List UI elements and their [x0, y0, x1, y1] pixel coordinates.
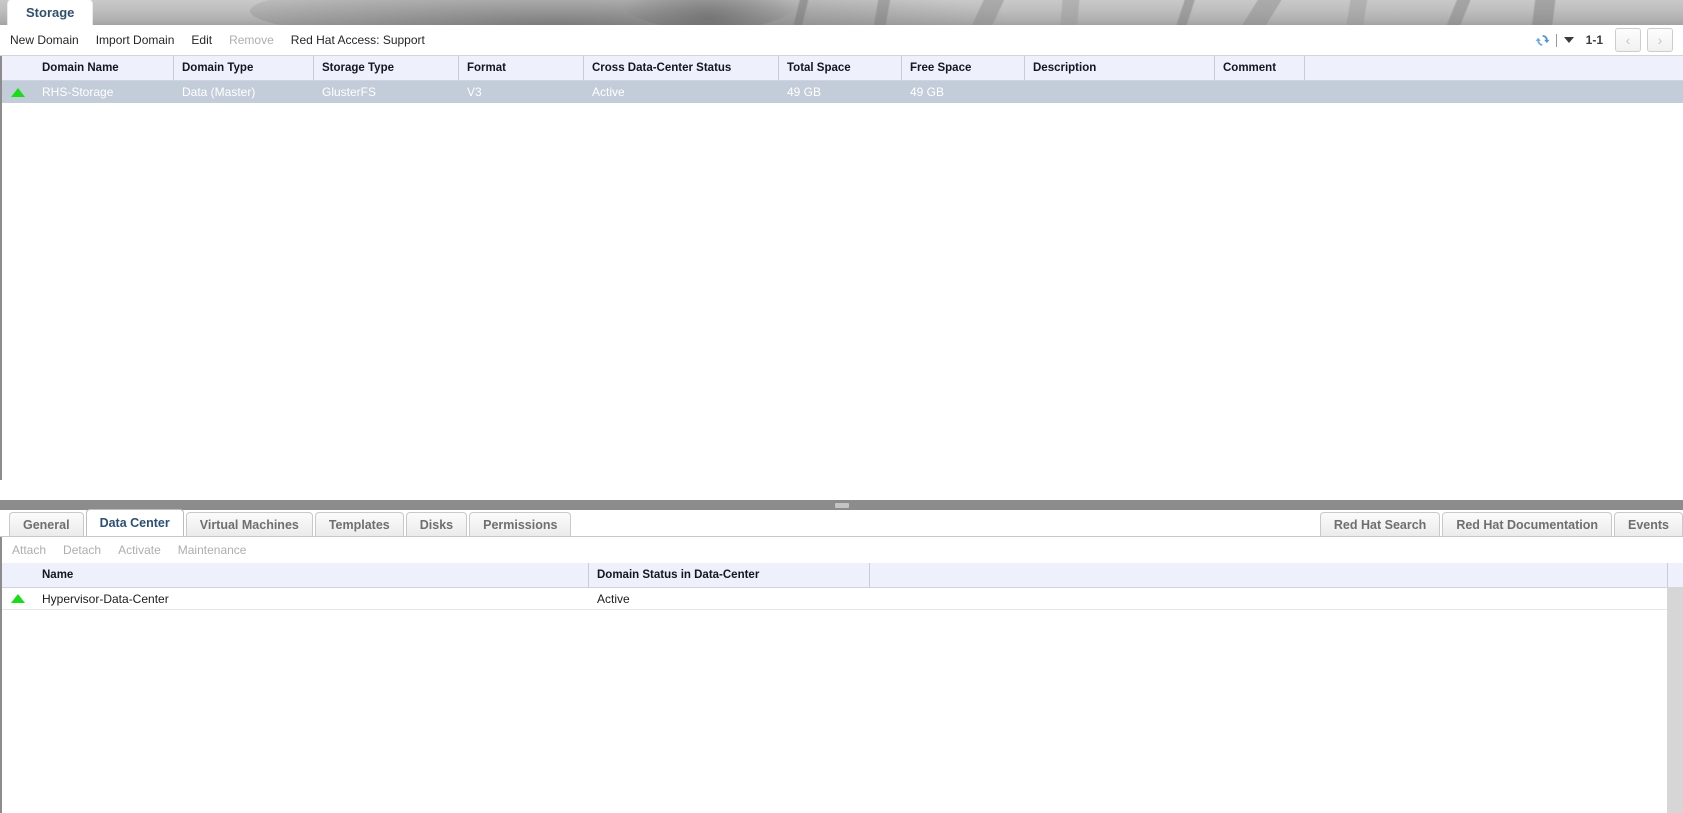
remove-button: Remove — [229, 33, 274, 47]
toolbar-actions: New Domain Import Domain Edit Remove Red Hat… — [0, 33, 425, 47]
red-hat-access-support-button[interactable]: Red Hat Access: Support — [291, 33, 425, 47]
app-header-banner — [0, 0, 1683, 44]
cell-filler — [870, 588, 1669, 610]
tab-label: Red Hat Search — [1333, 517, 1427, 532]
column-header-total_space[interactable]: Total Space — [779, 56, 902, 80]
status-up-triangle-icon — [2, 588, 34, 610]
column-header-name[interactable]: Name — [34, 563, 589, 587]
cell-cross_dc_status: Active — [592, 85, 625, 99]
cell-storage_type: GlusterFS — [322, 85, 377, 99]
storage-grid-body: RHS-Storage Data (Master) GlusterFS V3 Activ… — [2, 81, 1683, 103]
table-row[interactable]: Hypervisor-Data-Center Active — [2, 588, 1683, 610]
tab-red-hat-documentation[interactable]: Red Hat Documentation — [1442, 512, 1612, 536]
vertical-scrollbar[interactable] — [1667, 587, 1683, 813]
main-tab-storage[interactable]: Storage — [8, 0, 93, 25]
data-center-grid-body: Hypervisor-Data-Center Active — [2, 588, 1683, 610]
detail-tabs-right: Red Hat Search Red Hat Documentation Event… — [1319, 512, 1683, 536]
tab-label: Events — [1628, 517, 1669, 532]
data-center-grid: Name Domain Status in Data-Center Hypervi… — [0, 563, 1683, 813]
main-tab-label: Storage — [26, 5, 75, 20]
tab-label: Red Hat Documentation — [1456, 517, 1598, 532]
column-header-domain_name[interactable]: Domain Name — [34, 56, 174, 80]
maintenance-button: Maintenance — [177, 543, 247, 557]
data-center-action-toolbar: Attach Detach Activate Maintenance — [0, 537, 1683, 563]
column-header-comment[interactable]: Comment — [1215, 56, 1305, 80]
tab-label: Virtual Machines — [199, 517, 299, 532]
tab-label: Templates — [328, 517, 390, 532]
column-header-filler — [1305, 56, 1683, 80]
column-header-free_space[interactable]: Free Space — [902, 56, 1025, 80]
cell-total_space: 49 GB — [787, 85, 822, 99]
chevron-down-icon[interactable] — [1563, 37, 1574, 43]
splitter-handle[interactable] — [834, 503, 849, 508]
next-page-button[interactable]: › — [1647, 28, 1673, 52]
cell-status_text: Active — [589, 588, 870, 610]
cell-description — [1025, 81, 1215, 103]
cell-format: V3 — [467, 85, 482, 99]
column-header-cross_dc_status[interactable]: Cross Data-Center Status — [584, 56, 779, 80]
refresh-icon[interactable] — [1535, 33, 1550, 48]
tab-disks[interactable]: Disks — [405, 512, 468, 536]
tab-label: Permissions — [483, 517, 558, 532]
storage-action-toolbar: New Domain Import Domain Edit Remove Red Hat… — [0, 25, 1683, 56]
column-header-status — [2, 563, 34, 587]
cell-filler — [1305, 81, 1683, 103]
storage-domains-grid: Domain Name Domain Type Storage Type Format… — [0, 56, 1683, 480]
status-up-triangle-glyph — [11, 87, 25, 97]
import-domain-button[interactable]: Import Domain — [96, 33, 175, 47]
tab-data-center[interactable]: Data Center — [85, 509, 184, 536]
previous-page-button[interactable]: ‹ — [1615, 28, 1641, 52]
column-header-status — [2, 56, 34, 80]
table-row[interactable]: RHS-Storage Data (Master) GlusterFS V3 Activ… — [2, 81, 1683, 103]
detail-tab-bar: General Data Center Virtual Machines Templa… — [0, 509, 1683, 537]
cell-name: Hypervisor-Data-Center — [34, 588, 589, 610]
tab-label: Data Center — [99, 516, 170, 530]
column-header-filler — [870, 563, 1669, 587]
attach-button: Attach — [12, 543, 47, 557]
detach-button: Detach — [63, 543, 102, 557]
new-domain-button[interactable]: New Domain — [10, 33, 79, 47]
edit-button[interactable]: Edit — [191, 33, 212, 47]
cell-domain_name: RHS-Storage — [42, 85, 114, 99]
activate-button: Activate — [118, 543, 161, 557]
toolbar-divider — [1555, 33, 1557, 47]
tab-label: General — [23, 517, 70, 532]
tab-events[interactable]: Events — [1614, 512, 1683, 536]
data-center-grid-header: Name Domain Status in Data-Center — [2, 563, 1683, 588]
chevron-left-icon: ‹ — [1625, 32, 1631, 48]
chevron-right-icon: › — [1657, 32, 1663, 48]
column-header-format[interactable]: Format — [459, 56, 584, 80]
status-up-triangle-icon — [2, 81, 34, 103]
tab-general[interactable]: General — [9, 512, 84, 536]
page-range-label: 1-1 — [1585, 33, 1603, 47]
tab-permissions[interactable]: Permissions — [469, 512, 572, 536]
detail-toolbar-actions: Attach Detach Activate Maintenance — [2, 543, 246, 557]
tab-red-hat-search[interactable]: Red Hat Search — [1319, 512, 1441, 536]
cell-free_space: 49 GB — [910, 85, 945, 99]
tab-templates[interactable]: Templates — [314, 512, 404, 536]
grid-header-end-cap — [1667, 563, 1683, 587]
column-header-description[interactable]: Description — [1025, 56, 1215, 80]
tab-label: Disks — [419, 517, 454, 532]
cell-comment — [1215, 81, 1305, 103]
column-header-domain_type[interactable]: Domain Type — [174, 56, 314, 80]
tab-virtual-machines[interactable]: Virtual Machines — [185, 512, 313, 536]
storage-grid-header: Domain Name Domain Type Storage Type Format… — [2, 56, 1683, 81]
cell-domain_type: Data (Master) — [182, 85, 256, 99]
column-header-status_text[interactable]: Domain Status in Data-Center — [589, 563, 870, 587]
column-header-storage_type[interactable]: Storage Type — [314, 56, 459, 80]
detail-tabs-left: General Data Center Virtual Machines Templa… — [0, 509, 572, 536]
status-up-triangle-glyph — [11, 594, 25, 603]
toolbar-pagination-controls: 1-1 ‹ › — [1535, 28, 1683, 52]
